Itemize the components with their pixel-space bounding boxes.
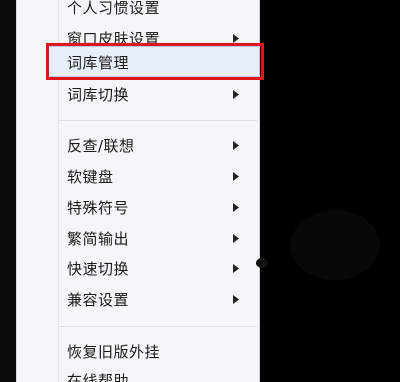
menu-item-quick-switch[interactable]: 快速切换 bbox=[67, 254, 243, 282]
menu-item-label: 反查/联想 bbox=[67, 136, 135, 155]
menu-item-personal-habits[interactable]: 个人习惯设置 bbox=[67, 0, 243, 21]
submenu-arrow-icon bbox=[231, 89, 241, 99]
menu-item-label: 繁简输出 bbox=[67, 229, 130, 248]
menu-item-label: 兼容设置 bbox=[67, 290, 130, 309]
submenu-arrow-icon bbox=[231, 140, 241, 150]
submenu-arrow-icon bbox=[231, 202, 241, 212]
menu-separator bbox=[59, 326, 257, 327]
annotation-highlight-box bbox=[46, 43, 264, 80]
menu-item-restore-old-plugin[interactable]: 恢复旧版外挂 bbox=[67, 337, 243, 365]
submenu-arrow-icon bbox=[231, 263, 241, 273]
menu-item-special-symbols[interactable]: 特殊符号 bbox=[67, 193, 243, 221]
menu-item-label: 恢复旧版外挂 bbox=[67, 342, 161, 361]
menu-item-traditional-simplified[interactable]: 繁简输出 bbox=[67, 224, 243, 252]
menu-item-dictionary-switch[interactable]: 词库切换 bbox=[67, 80, 243, 108]
menu-item-online-help[interactable]: 在线帮助 bbox=[67, 366, 243, 382]
submenu-arrow-icon bbox=[231, 33, 241, 43]
menu-item-label: 快速切换 bbox=[67, 259, 130, 278]
submenu-arrow-icon bbox=[231, 294, 241, 304]
menu-item-compatibility[interactable]: 兼容设置 bbox=[67, 285, 243, 313]
menu-item-label: 软键盘 bbox=[67, 167, 114, 186]
cursor-smudge bbox=[256, 258, 268, 268]
menu-item-label: 个人习惯设置 bbox=[67, 0, 161, 17]
submenu-arrow-icon bbox=[231, 171, 241, 181]
menu-item-soft-keyboard[interactable]: 软键盘 bbox=[67, 162, 243, 190]
menu-separator bbox=[59, 120, 257, 121]
menu-item-reverse-lookup[interactable]: 反查/联想 bbox=[67, 131, 243, 159]
menu-item-label: 在线帮助 bbox=[67, 371, 130, 382]
screenshot: 个人习惯设置 窗口皮肤设置 词库管理 词库切换 反查/联想 软键盘 特殊符号 繁… bbox=[0, 0, 400, 382]
background-window-edge bbox=[0, 0, 16, 382]
menu-item-label: 特殊符号 bbox=[67, 198, 130, 217]
submenu-arrow-icon bbox=[231, 233, 241, 243]
background-shadow bbox=[290, 210, 380, 280]
menu-item-label: 词库切换 bbox=[67, 85, 130, 104]
context-menu: 个人习惯设置 窗口皮肤设置 词库管理 词库切换 反查/联想 软键盘 特殊符号 繁… bbox=[16, 0, 264, 382]
